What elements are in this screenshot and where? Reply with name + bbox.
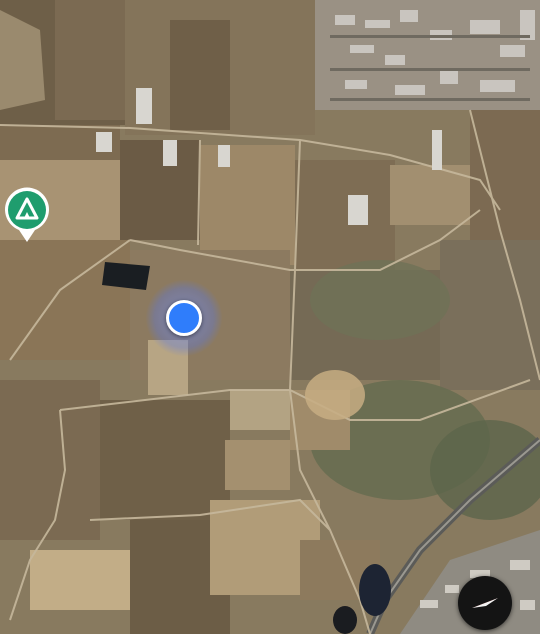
satellite-map[interactable] (0, 0, 540, 634)
campsite-marker[interactable] (2, 186, 52, 244)
satellite-imagery (0, 0, 540, 634)
current-location-marker[interactable] (166, 300, 202, 336)
campsite-tent-icon (4, 187, 50, 242)
compass-needle-icon (472, 598, 498, 608)
compass-button[interactable] (458, 576, 512, 630)
